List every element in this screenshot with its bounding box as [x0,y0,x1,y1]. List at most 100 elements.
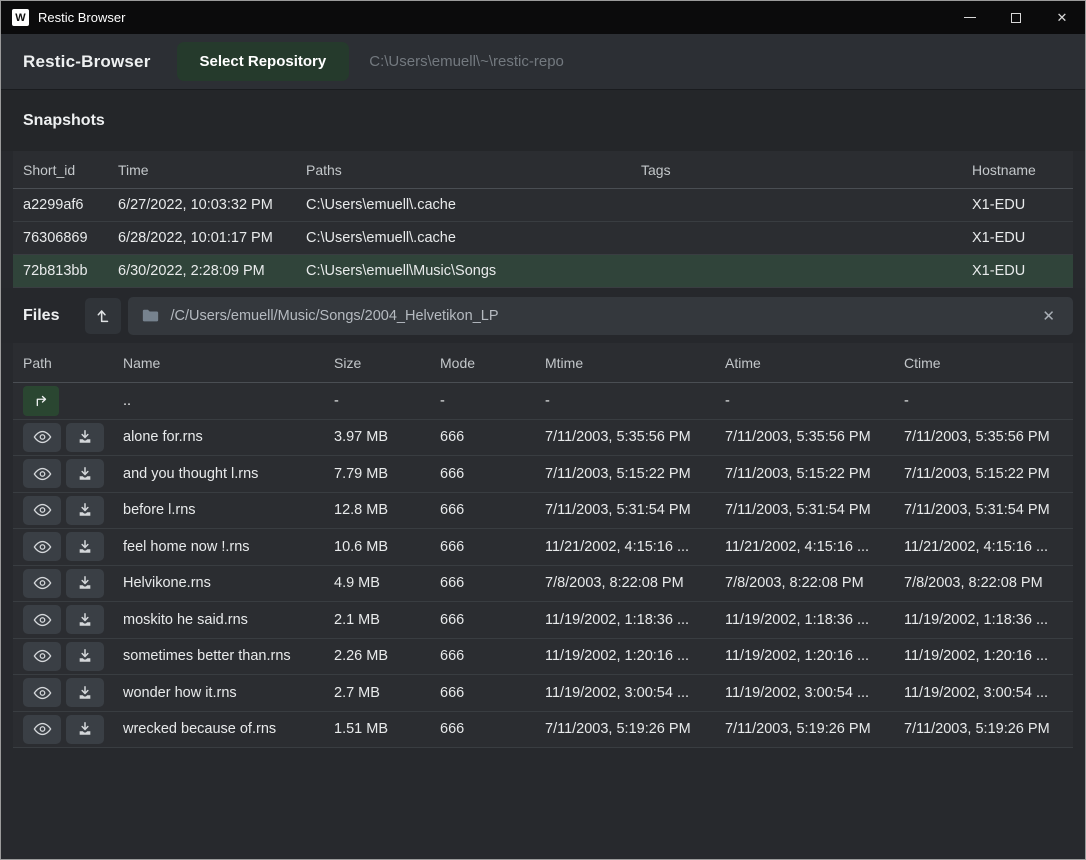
file-name: wonder how it.rns [123,685,334,701]
file-name: before l.rns [123,502,334,518]
snapshot-short-id: 72b813bb [23,263,118,279]
files-table-header: Path Name Size Mode Mtime Atime Ctime [13,343,1073,383]
snapshot-time: 6/27/2022, 10:03:32 PM [118,197,306,213]
snapshot-paths: C:\Users\emuell\.cache [306,197,641,213]
parent-row-ctime: - [904,393,1073,409]
column-header-paths: Paths [306,162,641,178]
column-header-name: Name [123,355,334,371]
download-icon [77,429,93,445]
download-file-button[interactable] [66,678,104,707]
file-mtime: 11/21/2002, 4:15:16 ... [545,539,725,555]
download-file-button[interactable] [66,496,104,525]
view-file-button[interactable] [23,459,61,488]
close-button[interactable]: ✕ [1039,1,1085,34]
download-file-button[interactable] [66,642,104,671]
file-mtime: 7/11/2003, 5:15:22 PM [545,466,725,482]
file-size: 7.79 MB [334,466,440,482]
download-file-button[interactable] [66,569,104,598]
file-mtime: 11/19/2002, 1:20:16 ... [545,648,725,664]
download-icon [77,575,93,591]
column-header-size: Size [334,355,440,371]
snapshot-time: 6/30/2022, 2:28:09 PM [118,263,306,279]
file-mode: 666 [440,685,545,701]
download-icon [77,612,93,628]
select-repository-button[interactable]: Select Repository [177,42,350,81]
view-file-button[interactable] [23,605,61,634]
file-ctime: 11/19/2002, 1:20:16 ... [904,648,1073,664]
file-row: feel home now !.rns 10.6 MB 666 11/21/20… [13,529,1073,566]
snapshots-heading: Snapshots [23,112,105,130]
file-atime: 7/11/2003, 5:19:26 PM [725,721,904,737]
go-up-level-button[interactable] [85,298,121,334]
clear-path-button[interactable]: ✕ [1038,305,1059,327]
file-atime: 7/11/2003, 5:35:56 PM [725,429,904,445]
view-file-button[interactable] [23,642,61,671]
file-atime: 11/19/2002, 1:20:16 ... [725,648,904,664]
file-ctime: 7/11/2003, 5:19:26 PM [904,721,1073,737]
download-file-button[interactable] [66,532,104,561]
view-file-button[interactable] [23,678,61,707]
snapshot-hostname: X1-EDU [972,197,1073,213]
file-mode: 666 [440,502,545,518]
column-header-hostname: Hostname [972,162,1073,178]
file-name: alone for.rns [123,429,334,445]
download-icon [77,539,93,555]
files-section-header: Files /C/Users/emuell/Music/Songs/2004_H… [1,288,1085,343]
file-atime: 7/11/2003, 5:15:22 PM [725,466,904,482]
app-window: W Restic Browser ✕ Restic-Browser Select… [0,0,1086,860]
snapshot-short-id: a2299af6 [23,197,118,213]
file-ctime: 11/19/2002, 1:18:36 ... [904,612,1073,628]
close-icon: ✕ [1057,10,1068,26]
repository-path-label: C:\Users\emuell\~\restic-repo [369,53,564,70]
column-header-path: Path [23,355,123,371]
column-header-tags: Tags [641,162,972,178]
snapshot-row[interactable]: 76306869 6/28/2022, 10:01:17 PM C:\Users… [13,222,1073,255]
view-file-button[interactable] [23,715,61,744]
download-file-button[interactable] [66,423,104,452]
file-row: Helvikone.rns 4.9 MB 666 7/8/2003, 8:22:… [13,566,1073,603]
minimize-button[interactable] [947,1,993,34]
eye-icon [33,430,52,444]
view-file-button[interactable] [23,423,61,452]
snapshots-table: Short_id Time Paths Tags Hostname a2299a… [13,151,1073,288]
file-atime: 11/19/2002, 3:00:54 ... [725,685,904,701]
download-file-button[interactable] [66,715,104,744]
empty-area [1,748,1085,859]
folder-icon [142,308,159,323]
view-file-button[interactable] [23,496,61,525]
view-file-button[interactable] [23,532,61,561]
file-row: sometimes better than.rns 2.26 MB 666 11… [13,639,1073,676]
file-ctime: 11/19/2002, 3:00:54 ... [904,685,1073,701]
title-bar: W Restic Browser ✕ [1,1,1085,34]
file-name: feel home now !.rns [123,539,334,555]
parent-directory-button[interactable] [23,386,59,416]
maximize-button[interactable] [993,1,1039,34]
file-mode: 666 [440,648,545,664]
file-row: alone for.rns 3.97 MB 666 7/11/2003, 5:3… [13,420,1073,457]
files-table: Path Name Size Mode Mtime Atime Ctime ..… [13,343,1073,748]
file-name: Helvikone.rns [123,575,334,591]
file-mtime: 11/19/2002, 1:18:36 ... [545,612,725,628]
view-file-button[interactable] [23,569,61,598]
snapshot-row[interactable]: a2299af6 6/27/2022, 10:03:32 PM C:\Users… [13,189,1073,222]
snapshot-short-id: 76306869 [23,230,118,246]
snapshot-hostname: X1-EDU [972,263,1073,279]
eye-icon [33,613,52,627]
download-icon [77,685,93,701]
eye-icon [33,540,52,554]
file-mode: 666 [440,575,545,591]
file-row: wonder how it.rns 2.7 MB 666 11/19/2002,… [13,675,1073,712]
current-path-text: /C/Users/emuell/Music/Songs/2004_Helveti… [170,308,1027,324]
snapshot-row[interactable]: 72b813bb 6/30/2022, 2:28:09 PM C:\Users\… [13,255,1073,288]
files-table-body: alone for.rns 3.97 MB 666 7/11/2003, 5:3… [13,420,1073,749]
download-file-button[interactable] [66,459,104,488]
file-atime: 7/11/2003, 5:31:54 PM [725,502,904,518]
file-mtime: 11/19/2002, 3:00:54 ... [545,685,725,701]
column-header-mode: Mode [440,355,545,371]
file-atime: 11/21/2002, 4:15:16 ... [725,539,904,555]
current-path-bar[interactable]: /C/Users/emuell/Music/Songs/2004_Helveti… [128,297,1073,335]
file-row: wrecked because of.rns 1.51 MB 666 7/11/… [13,712,1073,749]
eye-icon [33,686,52,700]
download-file-button[interactable] [66,605,104,634]
eye-icon [33,467,52,481]
